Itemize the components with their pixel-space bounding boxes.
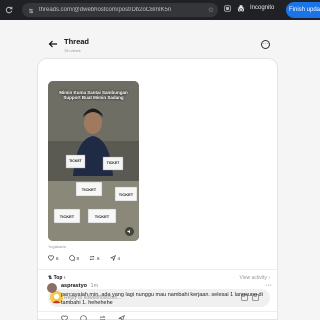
thread-header: Thread 7th views ··· [40, 37, 278, 57]
finish-update-button[interactable]: Finish update [286, 2, 320, 18]
divider [38, 269, 277, 270]
repost-icon [89, 255, 95, 262]
comment-text: percayalah min..ada yang lagi nunggu mau… [61, 292, 263, 307]
ticket-label: TICKET [118, 192, 134, 197]
view-activity-label: View activity [239, 275, 267, 281]
extensions-icon[interactable] [222, 3, 232, 13]
mute-audio-icon[interactable] [125, 227, 134, 236]
ticket-label: TICKET [81, 187, 97, 192]
ticket-label: TICKET [69, 159, 82, 163]
sort-label: Top [53, 275, 63, 281]
comment-actions [61, 309, 125, 320]
post-actions: 6 8 6 4 [48, 254, 121, 262]
chevron-right-icon: › [63, 275, 66, 281]
sort-icon: ⇅ [48, 275, 53, 281]
like-count: 6 [56, 256, 59, 261]
caption-overlay: Mimin Kuma Santai Sambungan Support Buat… [59, 90, 128, 101]
image-source: Yogakarta [48, 244, 66, 249]
repost-action[interactable]: 6 [89, 255, 100, 262]
browser-toolbar: threads.com/@dwebhostcom/post/Db2oCBmlK5… [0, 0, 320, 20]
chevron-right-icon: › [268, 275, 270, 281]
ticket-label: TICKET [59, 214, 75, 219]
sort-dropdown[interactable]: ⇅ Top › [48, 275, 65, 281]
comment-time: 1m [90, 283, 99, 289]
heart-icon[interactable] [61, 309, 68, 320]
comment-count: 8 [76, 256, 80, 261]
share-action[interactable]: 4 [110, 254, 121, 262]
ticket-label: TICKET [106, 161, 120, 165]
post-photo[interactable]: Mimin Kuma Santai Sambungan Support Buat… [48, 81, 139, 241]
address-bar[interactable]: threads.com/@dwebhostcom/post/Db2oCBmlK5… [22, 3, 218, 17]
views-count: 7th views [64, 48, 81, 53]
page-title: Thread [64, 37, 90, 46]
like-action[interactable]: 6 [48, 255, 59, 262]
repost-icon[interactable] [99, 309, 106, 320]
share-icon[interactable] [118, 309, 125, 320]
comment-icon[interactable] [80, 309, 87, 320]
reload-icon[interactable] [4, 5, 14, 15]
site-info-icon[interactable] [28, 1, 34, 19]
share-count: 4 [117, 256, 121, 261]
thread-card: Mimin Kuma Santai Sambungan Support Buat… [37, 58, 278, 320]
threads-page: Thread 7th views ··· Mimin Kuma Santai S… [0, 20, 320, 320]
url-text[interactable]: threads.com/@dwebhostcom/post/Db2oCBmlK5… [39, 7, 171, 13]
comment-icon [68, 255, 75, 262]
more-options-icon[interactable]: ··· [261, 40, 270, 49]
back-arrow-icon[interactable] [48, 39, 58, 52]
incognito-label[interactable]: Incognito [250, 5, 274, 11]
repost-count: 6 [97, 256, 100, 261]
ticket-label: TICKET [94, 214, 110, 219]
incognito-icon[interactable] [236, 3, 246, 13]
comment-meta: asprastyo 1m [61, 283, 98, 289]
comment-avatar[interactable] [47, 283, 57, 293]
heart-icon [48, 255, 54, 262]
share-icon [110, 254, 116, 262]
view-activity-link[interactable]: View activity › [240, 275, 270, 281]
comment-more-icon[interactable]: ··· [265, 282, 272, 289]
bookmark-star-icon[interactable]: ☆ [208, 6, 214, 14]
comment-username[interactable]: asprastyo [61, 283, 87, 289]
comment-action[interactable]: 8 [68, 255, 80, 262]
